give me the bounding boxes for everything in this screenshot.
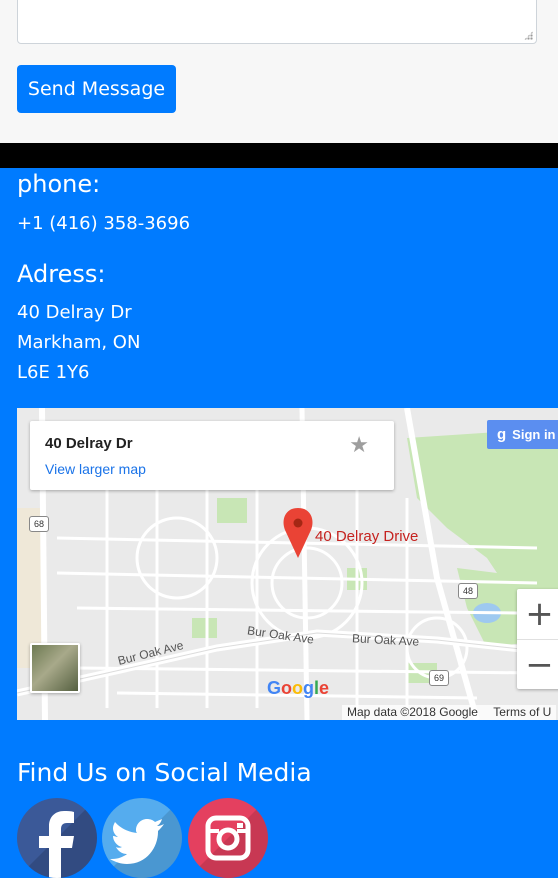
map-pin-label: 40 Delray Drive xyxy=(315,528,419,545)
attribution-text: Map data ©2018 Google xyxy=(347,705,478,719)
view-larger-map-link[interactable]: View larger map xyxy=(45,461,146,477)
phone-value: +1 (416) 358-3696 xyxy=(17,213,191,234)
phone-heading: phone: xyxy=(17,170,101,198)
map-attribution: Map data ©2018 Google Terms of U xyxy=(342,705,557,720)
address-heading: Adress: xyxy=(17,260,106,288)
sign-in-label: Sign in xyxy=(512,427,556,442)
terms-link[interactable]: Terms of U xyxy=(493,705,551,719)
zoom-out-button[interactable]: − xyxy=(517,639,558,690)
google-logo: Google xyxy=(267,678,330,698)
save-star-icon[interactable]: ★ xyxy=(349,433,369,458)
contact-form: Send Message xyxy=(0,0,558,143)
embedded-map[interactable]: Bur Oak Ave Bur Oak Ave Bur Oak Ave 68 4… xyxy=(17,408,558,720)
facebook-icon[interactable] xyxy=(17,798,97,878)
route-shield: 48 xyxy=(458,583,478,599)
zoom-control: + − xyxy=(517,589,558,689)
place-name: 40 Delray Dr xyxy=(45,435,133,452)
zoom-in-button[interactable]: + xyxy=(517,589,558,639)
send-message-button[interactable]: Send Message xyxy=(17,65,176,113)
resize-grip-icon[interactable] xyxy=(524,31,533,40)
message-textarea[interactable] xyxy=(17,0,537,44)
section-divider xyxy=(0,143,558,168)
address-line-postal: L6E 1Y6 xyxy=(17,362,90,383)
instagram-icon[interactable] xyxy=(188,798,268,878)
sign-in-button[interactable]: g Sign in xyxy=(487,420,558,449)
satellite-toggle-thumbnail[interactable] xyxy=(30,643,80,693)
route-shield: 69 xyxy=(429,670,449,686)
social-heading: Find Us on Social Media xyxy=(17,758,312,787)
route-shield: 68 xyxy=(29,516,49,532)
twitter-icon[interactable] xyxy=(102,798,182,878)
address-line-city: Markham, ON xyxy=(17,332,141,353)
place-card: 40 Delray Dr View larger map ★ xyxy=(30,421,394,490)
google-g-icon: g xyxy=(497,426,507,443)
address-line-street: 40 Delray Dr xyxy=(17,302,132,323)
